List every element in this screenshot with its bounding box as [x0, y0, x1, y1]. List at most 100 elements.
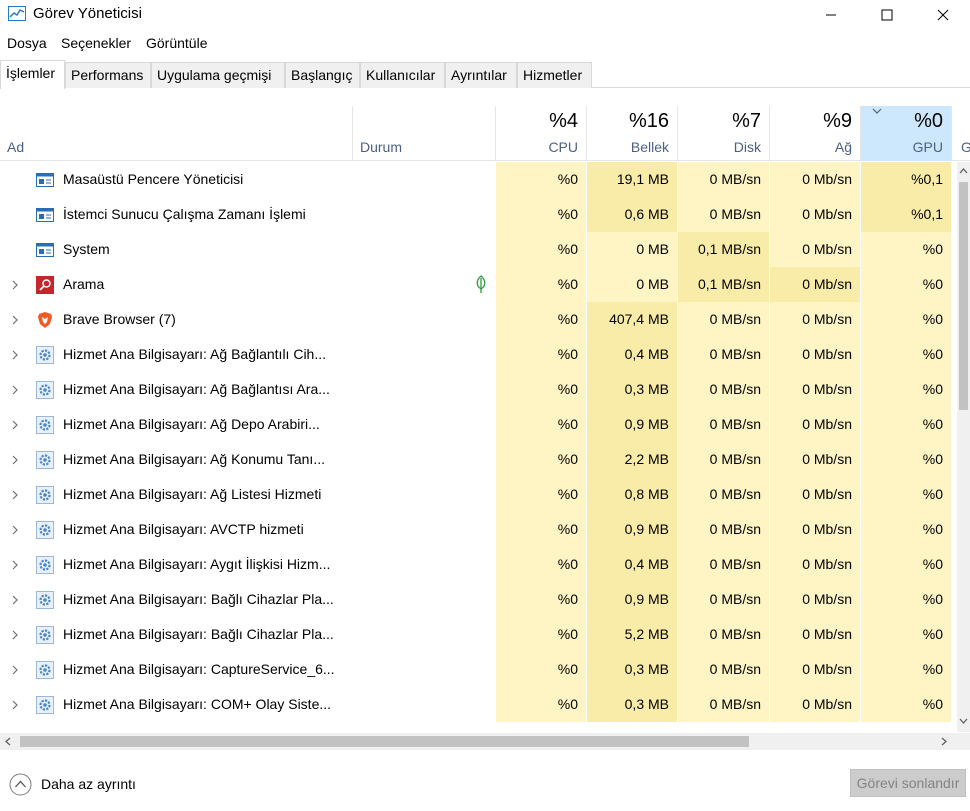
- tab-processes[interactable]: İşlemler: [0, 60, 65, 89]
- expand-chevron-icon[interactable]: [9, 558, 21, 570]
- menu-file[interactable]: Dosya: [7, 35, 47, 51]
- cpu-cell: %0: [496, 442, 586, 477]
- process-name: Hizmet Ana Bilgisayarı: Aygıt İlişkisi H…: [63, 556, 331, 572]
- process-name: System: [63, 241, 110, 257]
- window-app-icon: [36, 241, 54, 259]
- process-row[interactable]: %0 0,4 MB 0 MB/sn 0 Mb/sn %0 Hizmet Ana Bilgi…: [0, 547, 956, 582]
- service-gear-icon: [36, 696, 54, 714]
- gpu-cell: %0: [861, 442, 951, 477]
- cpu-cell: %0: [496, 547, 586, 582]
- disk-cell: 0 MB/sn: [678, 197, 769, 232]
- vertical-scroll-thumb[interactable]: [959, 182, 968, 410]
- column-divider[interactable]: [352, 106, 353, 161]
- network-cell: 0 Mb/sn: [770, 302, 860, 337]
- disk-cell: 0 MB/sn: [678, 162, 769, 197]
- network-cell: 0 Mb/sn: [770, 197, 860, 232]
- tab-performance[interactable]: Performans: [65, 62, 151, 88]
- cpu-cell: %0: [496, 162, 586, 197]
- column-divider[interactable]: [951, 106, 952, 161]
- column-network[interactable]: %9 Ağ: [770, 106, 860, 161]
- scroll-down-icon[interactable]: [959, 718, 968, 724]
- scroll-right-icon[interactable]: [941, 737, 947, 746]
- process-row[interactable]: %0 0,9 MB 0 MB/sn 0 Mb/sn %0 Hizmet Ana Bilgi…: [0, 582, 956, 617]
- disk-cell: 0,1 MB/sn: [678, 232, 769, 267]
- sort-descending-icon: [872, 108, 882, 114]
- network-cell: 0 Mb/sn: [770, 267, 860, 302]
- expand-chevron-icon[interactable]: [9, 488, 21, 500]
- memory-total-percent: %16: [628, 110, 669, 132]
- expand-chevron-icon[interactable]: [9, 278, 21, 290]
- process-row[interactable]: %0 0,3 MB 0 MB/sn 0 Mb/sn %0 Hizmet Ana Bilgi…: [0, 652, 956, 687]
- expand-chevron-icon[interactable]: [9, 523, 21, 535]
- close-button[interactable]: [920, 0, 966, 30]
- tab-users[interactable]: Kullanıcılar: [360, 62, 445, 88]
- process-row[interactable]: %0 0,4 MB 0 MB/sn 0 Mb/sn %0 Hizmet Ana Bilgi…: [0, 337, 956, 372]
- tab-services[interactable]: Hizmetler: [517, 62, 592, 88]
- process-row[interactable]: %0 0,8 MB 0 MB/sn 0 Mb/sn %0 Hizmet Ana Bilgi…: [0, 477, 956, 512]
- scroll-up-icon[interactable]: [959, 168, 968, 174]
- column-gpu[interactable]: %0 GPU: [861, 106, 951, 161]
- process-row[interactable]: %0 0,9 MB 0 MB/sn 0 Mb/sn %0 Hizmet Ana Bilgi…: [0, 407, 956, 442]
- expand-chevron-icon[interactable]: [9, 313, 21, 325]
- column-header: Ad Durum %4 CPU %16 Bellek %7 Disk %9 Ağ…: [0, 106, 970, 161]
- process-row[interactable]: %0 0 MB 0,1 MB/sn 0 Mb/sn %0 Arama: [0, 267, 956, 302]
- end-task-button[interactable]: Görevi sonlandır: [850, 769, 966, 797]
- chevron-up-circle-icon[interactable]: [9, 773, 32, 796]
- maximize-button[interactable]: [864, 0, 910, 30]
- tab-startup[interactable]: Başlangıç: [285, 62, 360, 88]
- column-disk[interactable]: %7 Disk: [678, 106, 769, 161]
- brave-icon: [36, 311, 54, 329]
- menu-options[interactable]: Seçenekler: [61, 35, 131, 51]
- gpu-total-percent: %0: [914, 110, 943, 132]
- minimize-button[interactable]: [808, 0, 854, 30]
- process-row[interactable]: %0 0,9 MB 0 MB/sn 0 Mb/sn %0 Hizmet Ana Bilgi…: [0, 512, 956, 547]
- expand-chevron-icon[interactable]: [9, 593, 21, 605]
- column-name[interactable]: Ad: [7, 139, 24, 155]
- process-row[interactable]: %0 0,3 MB 0 MB/sn 0 Mb/sn %0 Hizmet Ana Bilgi…: [0, 687, 956, 722]
- expand-chevron-icon[interactable]: [9, 663, 21, 675]
- process-row[interactable]: %0 0,3 MB 0 MB/sn 0 Mb/sn %0 Hizmet Ana Bilgi…: [0, 372, 956, 407]
- expand-chevron-icon[interactable]: [9, 383, 21, 395]
- maximize-icon: [881, 9, 893, 21]
- column-cpu[interactable]: %4 CPU: [496, 106, 586, 161]
- process-name: Hizmet Ana Bilgisayarı: AVCTP hizmeti: [63, 521, 304, 537]
- scroll-left-icon[interactable]: [5, 737, 11, 746]
- process-name: Hizmet Ana Bilgisayarı: Ağ Listesi Hizme…: [63, 486, 322, 502]
- memory-cell: 0,6 MB: [587, 197, 677, 232]
- cpu-cell: %0: [496, 617, 586, 652]
- process-row[interactable]: %0 0 MB 0,1 MB/sn 0 Mb/sn %0 System: [0, 232, 956, 267]
- menu-view[interactable]: Görüntüle: [146, 35, 207, 51]
- service-gear-icon: [36, 381, 54, 399]
- vertical-scrollbar[interactable]: [957, 162, 970, 732]
- tab-app-history[interactable]: Uygulama geçmişi: [151, 62, 285, 88]
- horizontal-scroll-thumb[interactable]: [20, 736, 749, 747]
- fewer-details-link[interactable]: Daha az ayrıntı: [41, 776, 136, 792]
- expand-chevron-icon[interactable]: [9, 453, 21, 465]
- close-icon: [937, 9, 949, 21]
- process-list: %0 19,1 MB 0 MB/sn 0 Mb/sn %0,1 Masaüstü Penc…: [0, 162, 956, 732]
- process-name: Hizmet Ana Bilgisayarı: COM+ Olay Siste.…: [63, 696, 332, 712]
- column-status[interactable]: Durum: [360, 139, 402, 155]
- expand-chevron-icon[interactable]: [9, 698, 21, 710]
- process-name: Arama: [63, 276, 105, 292]
- process-row[interactable]: %0 407,4 MB 0 MB/sn 0 Mb/sn %0 Brave Browser …: [0, 302, 956, 337]
- expand-chevron-icon[interactable]: [9, 628, 21, 640]
- gpu-cell: %0: [861, 582, 951, 617]
- gpu-cell: %0: [861, 652, 951, 687]
- column-memory[interactable]: %16 Bellek: [587, 106, 677, 161]
- network-total-percent: %9: [823, 110, 852, 132]
- process-row[interactable]: %0 19,1 MB 0 MB/sn 0 Mb/sn %0,1 Masaüstü Penc…: [0, 162, 956, 197]
- horizontal-scrollbar[interactable]: [0, 733, 957, 750]
- process-row[interactable]: %0 5,2 MB 0 MB/sn 0 Mb/sn %0 Hizmet Ana Bilgi…: [0, 617, 956, 652]
- expand-chevron-icon[interactable]: [9, 418, 21, 430]
- column-gpu-engine-partial[interactable]: G: [961, 139, 970, 155]
- process-row[interactable]: %0 0,6 MB 0 MB/sn 0 Mb/sn %0,1 İstemci Sunucu…: [0, 197, 956, 232]
- process-row[interactable]: %0 2,2 MB 0 MB/sn 0 Mb/sn %0 Hizmet Ana Bilgi…: [0, 442, 956, 477]
- memory-cell: 0 MB: [587, 267, 677, 302]
- memory-label: Bellek: [630, 139, 669, 155]
- tab-details[interactable]: Ayrıntılar: [445, 62, 517, 88]
- service-gear-icon: [36, 486, 54, 504]
- expand-chevron-icon[interactable]: [9, 348, 21, 360]
- service-gear-icon: [36, 416, 54, 434]
- disk-cell: 0 MB/sn: [678, 302, 769, 337]
